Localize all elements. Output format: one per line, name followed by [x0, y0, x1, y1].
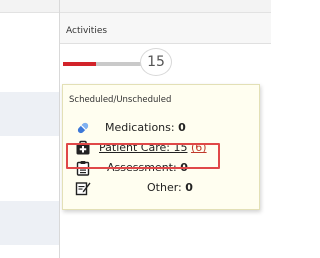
activity-progress-fill [63, 62, 96, 66]
left-row-stripe [0, 92, 59, 136]
medications-label: Medications: [105, 121, 175, 134]
activities-screen: Activities 15 Scheduled/Unscheduled Medi… [0, 0, 271, 258]
activities-header-label: Activities [66, 26, 108, 36]
patient-care-highlight [66, 143, 220, 169]
medications-count: 0 [178, 121, 186, 134]
pill-icon [77, 122, 89, 134]
top-strip [0, 0, 271, 13]
other-text: Other: 0 [147, 181, 193, 194]
other-row: Other: 0 [63, 179, 259, 197]
popup-title: Scheduled/Unscheduled [69, 95, 172, 105]
other-count: 0 [185, 181, 193, 194]
edit-note-icon [75, 182, 91, 196]
other-label: Other: [147, 181, 182, 194]
left-row-stripe [0, 201, 59, 245]
medications-row: Medications: 0 [63, 119, 259, 137]
medications-text: Medications: 0 [105, 121, 186, 134]
activity-count-badge[interactable]: 15 [140, 48, 172, 76]
activities-column-header[interactable]: Activities [60, 13, 271, 44]
activity-progress-bar [63, 62, 141, 66]
